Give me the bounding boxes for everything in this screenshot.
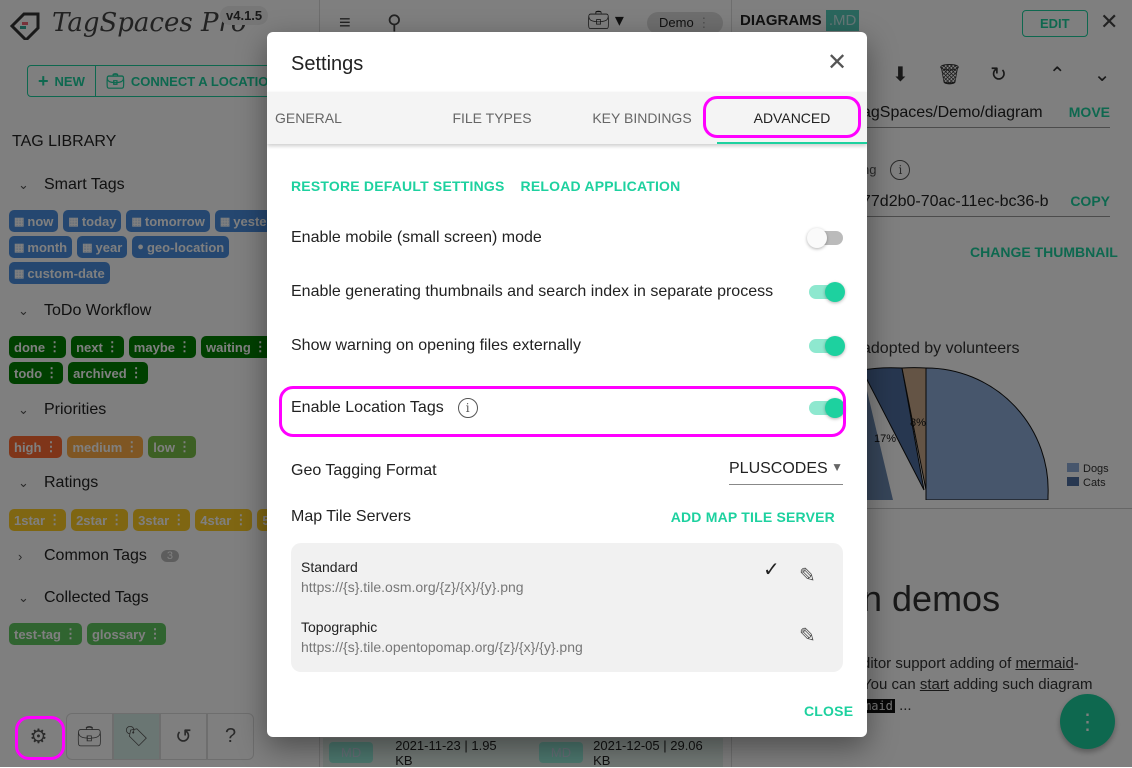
advanced-tab-highlight bbox=[703, 96, 861, 138]
geo-format-select[interactable]: PLUSCODES ▼ bbox=[729, 456, 843, 485]
tab-general[interactable]: GENERAL bbox=[267, 92, 417, 144]
tab-file-types[interactable]: FILE TYPES bbox=[417, 92, 567, 144]
geo-format-label: Geo Tagging Format bbox=[291, 461, 437, 479]
setting-toggle[interactable] bbox=[807, 336, 845, 356]
check-icon: ✓ bbox=[763, 559, 780, 581]
setting-label: Show warning on opening files externally bbox=[291, 337, 581, 354]
dropdown-arrow-icon: ▼ bbox=[831, 460, 843, 474]
tile-server-item[interactable]: Standard https://{s}.tile.osm.org/{z}/{x}… bbox=[301, 559, 524, 595]
tile-server-list: Standard https://{s}.tile.osm.org/{z}/{x}… bbox=[291, 543, 843, 672]
setting-row: Enable mobile (small screen) mode bbox=[291, 228, 843, 248]
restore-defaults-button[interactable]: RESTORE DEFAULT SETTINGS bbox=[291, 178, 505, 194]
map-tile-label: Map Tile Servers bbox=[291, 508, 412, 525]
location-tags-highlight bbox=[279, 386, 846, 437]
edit-icon[interactable]: ✎ bbox=[799, 623, 816, 648]
settings-dialog: Settings ✕ GENERAL FILE TYPES KEY BINDIN… bbox=[267, 32, 867, 737]
setting-row: Show warning on opening files externally bbox=[291, 336, 845, 356]
add-map-tile-server-button[interactable]: ADD MAP TILE SERVER bbox=[671, 509, 835, 525]
tab-key-bindings[interactable]: KEY BINDINGS bbox=[567, 92, 717, 144]
edit-icon[interactable]: ✎ bbox=[799, 563, 816, 588]
tile-server-item[interactable]: Topographic https://{s}.tile.opentopomap.… bbox=[301, 619, 583, 655]
setting-label: Enable generating thumbnails and search … bbox=[291, 283, 774, 300]
close-icon[interactable]: ✕ bbox=[827, 48, 847, 77]
reload-application-button[interactable]: RELOAD APPLICATION bbox=[521, 178, 681, 194]
settings-highlight bbox=[15, 716, 65, 760]
close-button[interactable]: CLOSE bbox=[804, 703, 853, 719]
setting-label: Enable mobile (small screen) mode bbox=[291, 229, 542, 246]
dialog-title: Settings bbox=[291, 53, 364, 75]
setting-toggle[interactable] bbox=[807, 282, 845, 302]
setting-toggle[interactable] bbox=[807, 228, 843, 248]
setting-row: Enable generating thumbnails and search … bbox=[291, 282, 845, 302]
